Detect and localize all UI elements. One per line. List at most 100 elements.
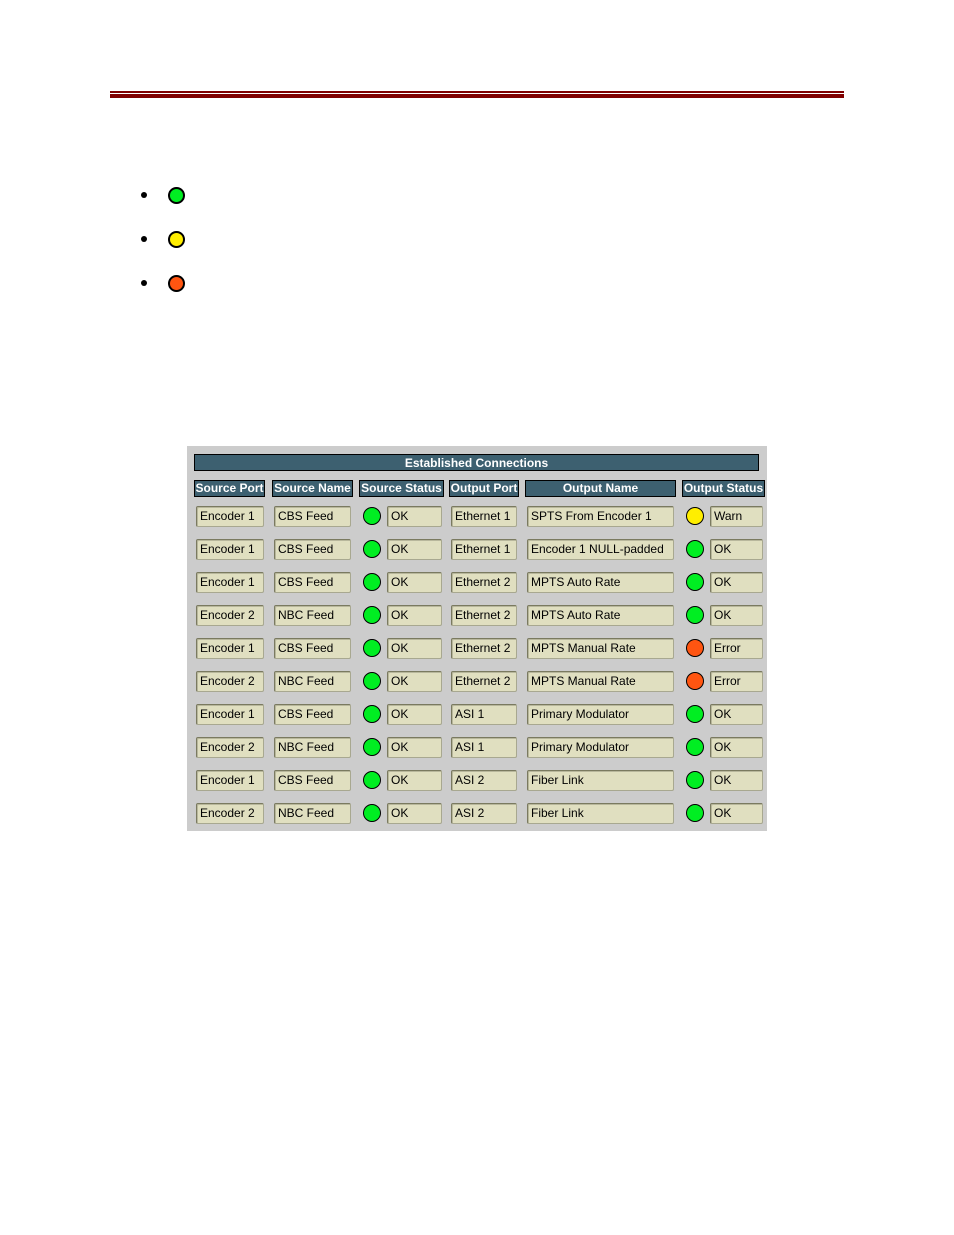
source-name-field[interactable]: CBS Feed xyxy=(274,770,351,791)
source-status-lamp-icon xyxy=(363,507,381,525)
source-status-lamp-icon xyxy=(363,540,381,558)
status-warn-icon xyxy=(168,231,185,248)
output-status-field[interactable]: OK xyxy=(710,572,763,593)
output-status-field[interactable]: OK xyxy=(710,737,763,758)
header-rule-thin xyxy=(110,91,844,93)
source-port-field[interactable]: Encoder 1 xyxy=(196,770,264,791)
source-name-field[interactable]: CBS Feed xyxy=(274,572,351,593)
header-source-status: Source Status xyxy=(359,480,444,497)
output-port-field[interactable]: Ethernet 2 xyxy=(451,605,517,626)
output-name-field[interactable]: Fiber Link xyxy=(527,770,674,791)
output-port-field[interactable]: ASI 2 xyxy=(451,803,517,824)
legend-item-ok xyxy=(138,182,198,204)
output-port-field[interactable]: ASI 1 xyxy=(451,704,517,725)
source-status-lamp-icon xyxy=(363,672,381,690)
header-source-name: Source Name xyxy=(272,480,353,497)
bullet-icon xyxy=(141,192,147,198)
status-error-icon xyxy=(168,275,185,292)
source-status-field[interactable]: OK xyxy=(387,572,442,593)
source-name-field[interactable]: CBS Feed xyxy=(274,539,351,560)
source-status-field[interactable]: OK xyxy=(387,539,442,560)
output-status-field[interactable]: OK xyxy=(710,605,763,626)
source-port-field[interactable]: Encoder 1 xyxy=(196,539,264,560)
legend-item-warn xyxy=(138,226,198,248)
connection-row: Encoder 1 CBS Feed OK ASI 2 Fiber Link O… xyxy=(187,770,767,792)
source-status-field[interactable]: OK xyxy=(387,737,442,758)
source-status-lamp-icon xyxy=(363,573,381,591)
source-port-field[interactable]: Encoder 2 xyxy=(196,803,264,824)
output-status-lamp-icon xyxy=(686,540,704,558)
source-port-field[interactable]: Encoder 2 xyxy=(196,605,264,626)
output-port-field[interactable]: Ethernet 2 xyxy=(451,638,517,659)
output-name-field[interactable]: MPTS Manual Rate xyxy=(527,638,674,659)
source-status-field[interactable]: OK xyxy=(387,638,442,659)
output-port-field[interactable]: ASI 1 xyxy=(451,737,517,758)
output-name-field[interactable]: Primary Modulator xyxy=(527,704,674,725)
connection-row: Encoder 1 CBS Feed OK ASI 1 Primary Modu… xyxy=(187,704,767,726)
source-port-field[interactable]: Encoder 1 xyxy=(196,638,264,659)
output-status-lamp-icon xyxy=(686,705,704,723)
bullet-icon xyxy=(141,280,147,286)
source-status-lamp-icon xyxy=(363,705,381,723)
output-status-field[interactable]: OK xyxy=(710,770,763,791)
output-port-field[interactable]: Ethernet 1 xyxy=(451,506,517,527)
source-name-field[interactable]: CBS Feed xyxy=(274,704,351,725)
source-name-field[interactable]: NBC Feed xyxy=(274,803,351,824)
source-status-field[interactable]: OK xyxy=(387,803,442,824)
header-output-status: Output Status xyxy=(682,480,765,497)
output-port-field[interactable]: Ethernet 2 xyxy=(451,671,517,692)
output-status-field[interactable]: OK xyxy=(710,704,763,725)
output-status-lamp-icon xyxy=(686,804,704,822)
source-name-field[interactable]: CBS Feed xyxy=(274,638,351,659)
output-port-field[interactable]: ASI 2 xyxy=(451,770,517,791)
output-status-lamp-icon xyxy=(686,573,704,591)
source-status-field[interactable]: OK xyxy=(387,671,442,692)
source-status-field[interactable]: OK xyxy=(387,770,442,791)
source-port-field[interactable]: Encoder 1 xyxy=(196,506,264,527)
source-name-field[interactable]: CBS Feed xyxy=(274,506,351,527)
output-status-lamp-icon xyxy=(686,606,704,624)
connection-row: Encoder 2 NBC Feed OK Ethernet 2 MPTS Ma… xyxy=(187,671,767,693)
output-name-field[interactable]: SPTS From Encoder 1 xyxy=(527,506,674,527)
source-port-field[interactable]: Encoder 2 xyxy=(196,737,264,758)
output-status-lamp-icon xyxy=(686,771,704,789)
status-ok-icon xyxy=(168,187,185,204)
output-status-lamp-icon xyxy=(686,738,704,756)
bullet-icon xyxy=(141,236,147,242)
source-status-lamp-icon xyxy=(363,606,381,624)
output-port-field[interactable]: Ethernet 2 xyxy=(451,572,517,593)
output-name-field[interactable]: MPTS Auto Rate xyxy=(527,605,674,626)
source-port-field[interactable]: Encoder 1 xyxy=(196,572,264,593)
output-name-field[interactable]: Primary Modulator xyxy=(527,737,674,758)
connection-row: Encoder 2 NBC Feed OK Ethernet 2 MPTS Au… xyxy=(187,605,767,627)
connection-row: Encoder 1 CBS Feed OK Ethernet 2 MPTS Au… xyxy=(187,572,767,594)
source-port-field[interactable]: Encoder 2 xyxy=(196,671,264,692)
output-name-field[interactable]: MPTS Manual Rate xyxy=(527,671,674,692)
source-name-field[interactable]: NBC Feed xyxy=(274,605,351,626)
output-name-field[interactable]: MPTS Auto Rate xyxy=(527,572,674,593)
legend-item-error xyxy=(138,270,198,292)
output-status-field[interactable]: OK xyxy=(710,539,763,560)
output-status-field[interactable]: Error xyxy=(710,638,763,659)
output-port-field[interactable]: Ethernet 1 xyxy=(451,539,517,560)
source-name-field[interactable]: NBC Feed xyxy=(274,737,351,758)
source-status-lamp-icon xyxy=(363,738,381,756)
established-connections-panel: Established Connections Source Port Sour… xyxy=(187,446,767,831)
output-status-field[interactable]: OK xyxy=(710,803,763,824)
output-status-lamp-icon xyxy=(686,507,704,525)
output-status-lamp-icon xyxy=(686,639,704,657)
connection-row: Encoder 2 NBC Feed OK ASI 1 Primary Modu… xyxy=(187,737,767,759)
source-status-field[interactable]: OK xyxy=(387,506,442,527)
source-port-field[interactable]: Encoder 1 xyxy=(196,704,264,725)
header-rule-thick xyxy=(110,94,844,98)
output-name-field[interactable]: Fiber Link xyxy=(527,803,674,824)
output-name-field[interactable]: Encoder 1 NULL-padded xyxy=(527,539,674,560)
source-status-field[interactable]: OK xyxy=(387,704,442,725)
connection-row: Encoder 1 CBS Feed OK Ethernet 1 SPTS Fr… xyxy=(187,506,767,528)
header-source-port: Source Port xyxy=(194,480,265,497)
source-name-field[interactable]: NBC Feed xyxy=(274,671,351,692)
output-status-lamp-icon xyxy=(686,672,704,690)
output-status-field[interactable]: Error xyxy=(710,671,763,692)
output-status-field[interactable]: Warn xyxy=(710,506,763,527)
source-status-field[interactable]: OK xyxy=(387,605,442,626)
